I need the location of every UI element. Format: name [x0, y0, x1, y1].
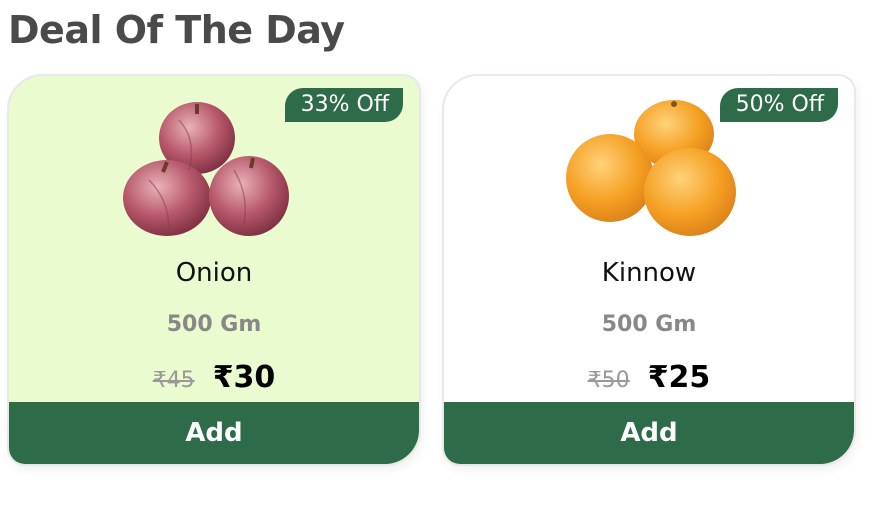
price-row: ₹45 ₹30	[9, 360, 419, 395]
price-row: ₹50 ₹25	[444, 360, 854, 395]
orange-image	[566, 100, 736, 236]
product-card-kinnow[interactable]: 50% Off Kinnow 500 Gm ₹50 ₹25 Add	[442, 74, 856, 466]
section-title: Deal Of The Day	[8, 8, 345, 52]
original-price: ₹45	[152, 368, 195, 393]
deal-price: ₹30	[212, 360, 276, 395]
product-quantity: 500 Gm	[166, 312, 262, 337]
product-name: Onion	[175, 258, 253, 288]
product-name: Kinnow	[601, 258, 697, 288]
original-price: ₹50	[587, 368, 630, 393]
onion-image	[123, 102, 289, 236]
add-button[interactable]: Add	[9, 402, 419, 464]
deal-price: ₹25	[647, 360, 711, 395]
product-quantity: 500 Gm	[601, 312, 697, 337]
add-button[interactable]: Add	[444, 402, 854, 464]
product-card-onion[interactable]: 33% Off Onion 500 Gm ₹45 ₹30 Add	[7, 74, 421, 466]
